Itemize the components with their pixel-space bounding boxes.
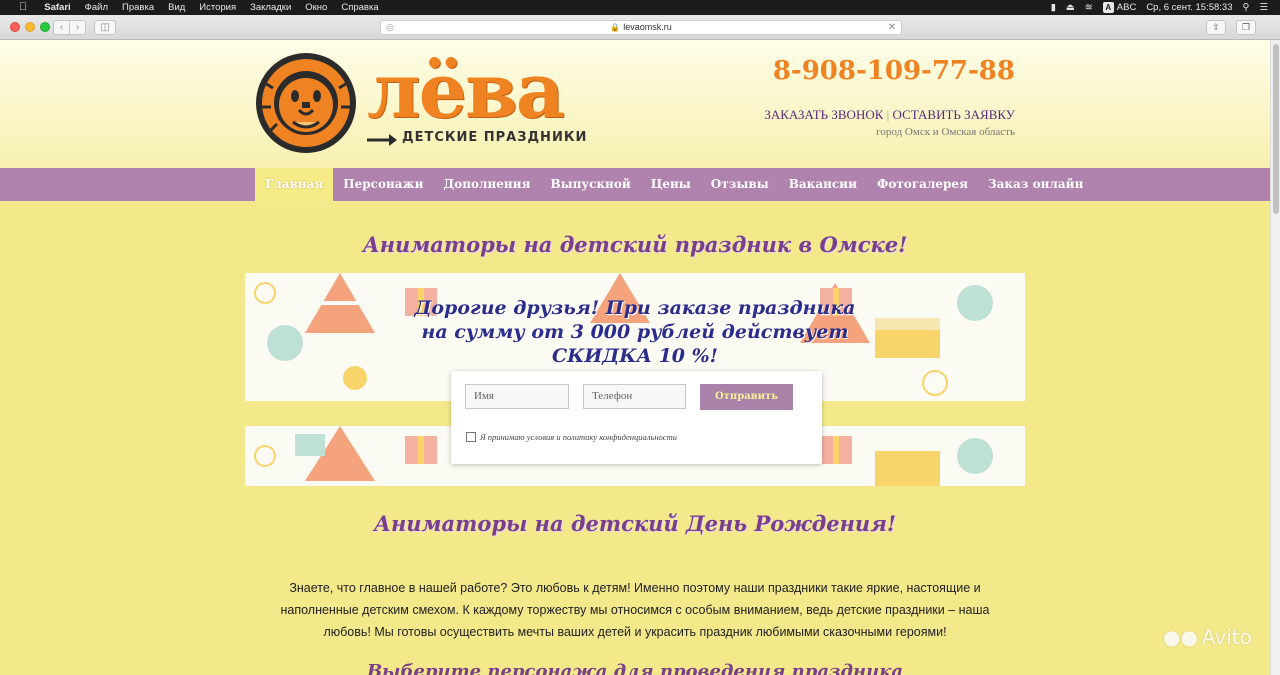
- lion-mascot-icon: [256, 53, 356, 153]
- phone-input[interactable]: Телефон: [583, 384, 686, 409]
- site-logo[interactable]: лёва ДЕТСКИЕ ПРАЗДНИКИ: [255, 46, 600, 154]
- lock-icon: 🔒: [610, 23, 621, 32]
- nav-item-reviews[interactable]: Отзывы: [701, 168, 779, 201]
- macos-menubar:  Safari Файл Правка Вид История Закладк…: [0, 0, 1280, 15]
- keyboard-label: ABC: [1116, 2, 1137, 13]
- submit-button[interactable]: Отправить: [700, 384, 793, 410]
- nav-item-home[interactable]: Главная: [255, 168, 334, 201]
- address-bar[interactable]: ◎ 🔒 levaomsk.ru ✕: [380, 20, 902, 35]
- keyboard-icon: A: [1102, 2, 1114, 13]
- promo-line-2: на сумму от 3 000 рублей действует: [421, 321, 849, 343]
- eject-icon[interactable]: ⏏: [1066, 2, 1075, 13]
- apple-icon[interactable]: : [12, 0, 37, 15]
- menu-edit[interactable]: Правка: [115, 0, 161, 15]
- address-url: levaomsk.ru: [623, 22, 672, 32]
- web-page: лёва ДЕТСКИЕ ПРАЗДНИКИ 8-908-109-77-88 З…: [0, 40, 1270, 675]
- header-callback-links: ЗАКАЗАТЬ ЗВОНОК | ОСТАВИТЬ ЗАЯВКУ: [764, 107, 1015, 123]
- birthday-title: Аниматоры на детский День Рождения!: [373, 511, 897, 536]
- avito-watermark: ●● Avito: [1163, 625, 1252, 649]
- header-phone[interactable]: 8-908-109-77-88: [773, 56, 1015, 86]
- promo-line-3: СКИДКА 10 %!: [551, 345, 719, 367]
- menu-app-name[interactable]: Safari: [37, 0, 77, 15]
- avito-label: Avito: [1201, 625, 1252, 649]
- avito-logo-icon: ●●: [1163, 625, 1198, 649]
- sidebar-toggle-button[interactable]: ◫: [94, 20, 116, 35]
- share-button[interactable]: ⇧: [1206, 20, 1226, 35]
- logo-wordmark: лёва: [367, 46, 565, 135]
- nav-item-extras[interactable]: Дополнения: [434, 168, 541, 201]
- menu-window[interactable]: Окно: [298, 0, 334, 15]
- name-input[interactable]: Имя: [465, 384, 569, 409]
- stop-loading-icon[interactable]: ✕: [888, 21, 896, 34]
- nav-item-gallery[interactable]: Фотогалерея: [867, 168, 978, 201]
- logo-subtitle: ДЕТСКИЕ ПРАЗДНИКИ: [402, 130, 588, 145]
- menu-history[interactable]: История: [192, 0, 243, 15]
- menu-bookmarks[interactable]: Закладки: [243, 0, 298, 15]
- menu-view[interactable]: Вид: [161, 0, 192, 15]
- privacy-agreement: Я принимаю условия и политику конфиденци…: [466, 432, 677, 442]
- promo-line-1: Дорогие друзья! При заказе праздника: [414, 297, 856, 319]
- scrollbar-thumb[interactable]: [1273, 44, 1279, 214]
- forward-button[interactable]: ›: [69, 20, 86, 35]
- choose-character-title: Выберите персонажа для проведения праздн…: [366, 661, 904, 675]
- back-button[interactable]: ‹: [53, 20, 70, 35]
- reader-icon[interactable]: ◎: [386, 21, 394, 34]
- intro-paragraph: Знаете, что главное в нашей работе? Это …: [280, 581, 990, 639]
- zoom-window-button[interactable]: [40, 22, 50, 32]
- nav-item-order-online[interactable]: Заказ онлайн: [978, 168, 1093, 201]
- spotlight-icon[interactable]: ⚲: [1243, 2, 1250, 13]
- nav-item-vacancies[interactable]: Вакансии: [779, 168, 867, 201]
- privacy-label: Я принимаю условия и политику конфиденци…: [480, 432, 677, 442]
- lion-tail-icon: [367, 134, 397, 146]
- page-scrollbar[interactable]: [1270, 40, 1280, 675]
- safari-toolbar: ‹ › ◫ ◎ 🔒 levaomsk.ru ✕ ⇧ ❐: [0, 15, 1280, 40]
- site-header: лёва ДЕТСКИЕ ПРАЗДНИКИ 8-908-109-77-88 З…: [0, 40, 1270, 168]
- minimize-window-button[interactable]: [25, 22, 35, 32]
- promo-text: Дорогие друзья! При заказе праздника на …: [0, 296, 1270, 368]
- nav-item-prices[interactable]: Цены: [641, 168, 701, 201]
- header-city: город Омск и Омская область: [876, 126, 1015, 138]
- battery-icon[interactable]: ▮: [1051, 2, 1056, 13]
- nav-item-characters[interactable]: Персонажи: [333, 168, 433, 201]
- tab-overview-button[interactable]: ❐: [1236, 20, 1256, 35]
- notification-center-icon[interactable]: ☰: [1259, 2, 1268, 13]
- privacy-checkbox[interactable]: [466, 432, 476, 442]
- callback-separator: |: [886, 107, 890, 122]
- menu-clock[interactable]: Ср, 6 сент. 15:58:33: [1146, 2, 1232, 13]
- main-title: Аниматоры на детский праздник в Омске!: [362, 232, 908, 257]
- close-window-button[interactable]: [10, 22, 20, 32]
- leave-request-link[interactable]: ОСТАВИТЬ ЗАЯВКУ: [893, 107, 1015, 122]
- main-nav: Главная Персонажи Дополнения Выпускной Ц…: [0, 168, 1270, 201]
- menu-file[interactable]: Файл: [78, 0, 115, 15]
- nav-item-graduation[interactable]: Выпускной: [540, 168, 640, 201]
- input-source[interactable]: A ABC: [1102, 2, 1137, 13]
- menu-help[interactable]: Справка: [334, 0, 385, 15]
- wifi-icon[interactable]: ≋: [1085, 2, 1093, 13]
- order-callback-link[interactable]: ЗАКАЗАТЬ ЗВОНОК: [764, 107, 883, 122]
- callback-form: Имя Телефон Отправить Я принимаю условия…: [451, 371, 822, 464]
